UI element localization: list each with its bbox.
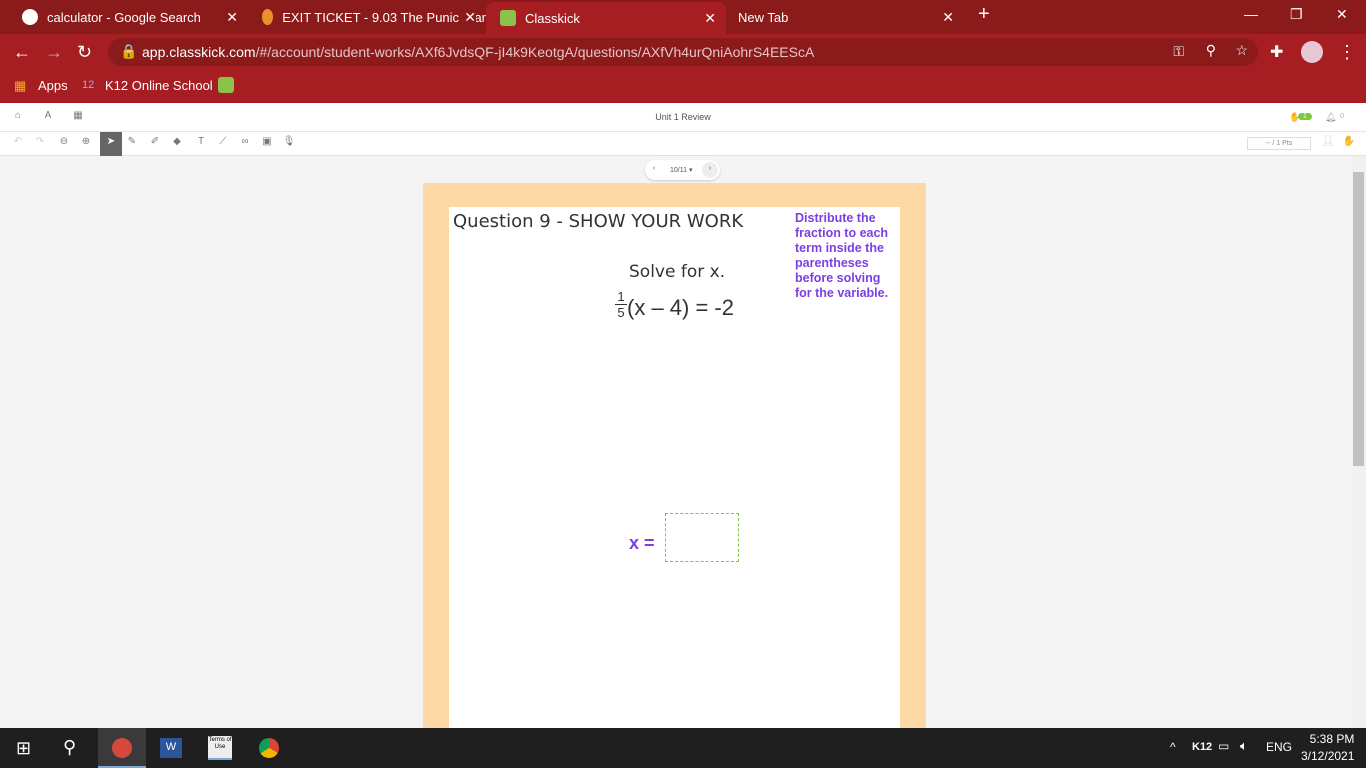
bookmarks-bar: ▦ Apps 12 K12 Online School — [0, 70, 1366, 103]
avatar[interactable] — [1301, 41, 1323, 63]
chrome-icon — [112, 738, 132, 758]
extensions-icon[interactable]: ✚ — [1270, 42, 1283, 62]
chevron-up-icon[interactable]: ^ — [1170, 740, 1176, 754]
help-count-badge: 1 — [1298, 113, 1312, 120]
page-select[interactable]: 10/11 ▾ — [670, 166, 692, 174]
zoom-icon[interactable]: ⚲ — [1206, 42, 1216, 59]
scrollbar-thumb[interactable] — [1353, 172, 1364, 466]
battery-icon[interactable]: ▭ — [1218, 739, 1229, 753]
question-title: Question 9 - SHOW YOUR WORK — [453, 211, 744, 232]
page-title: Unit 1 Review — [655, 112, 711, 122]
scrollbar[interactable] — [1351, 156, 1366, 728]
app-header: ⌂ A ▦ Unit 1 Review ✋ 1 🔔︎ 0 — [0, 103, 1366, 132]
tab-strip: calculator - Google Search ✕ EXIT TICKET … — [0, 0, 1366, 34]
pointer-tool-icon[interactable]: ➤ — [100, 132, 122, 156]
apps-icon: ▦ — [14, 78, 27, 93]
link-icon[interactable]: ∞ — [235, 136, 255, 152]
chrome-icon[interactable] — [259, 738, 279, 758]
worksheet-canvas[interactable]: Question 9 - SHOW YOUR WORK Distribute t… — [449, 207, 900, 728]
drawing-toolbar: ↶ ↷ ⊖ ⊕ ➤ ✎ ✐ ◆ T ⟋ ∞ ▣ 🎙︎ -- / 1 Pts 👤︎… — [0, 132, 1366, 156]
fraction-numerator: 1 — [617, 289, 625, 304]
pen-tool-icon[interactable]: ✎ — [122, 136, 142, 152]
prev-page-button[interactable]: ‹ — [653, 165, 655, 172]
equation: (x – 4) = -2 — [627, 295, 734, 320]
audio-icon[interactable]: 🎙︎ — [279, 136, 299, 152]
bookmark-apps[interactable]: Apps — [38, 78, 68, 93]
terms-of-use-icon[interactable]: Terms of Use — [208, 736, 232, 760]
classkick-icon — [500, 10, 516, 26]
fraction: 1 5 — [615, 289, 627, 320]
volume-icon[interactable]: 🔈︎ — [1240, 738, 1248, 754]
close-tab-icon[interactable]: ✕ — [460, 8, 476, 26]
bell-icon[interactable]: 🔔︎ — [1325, 112, 1336, 123]
language-indicator[interactable]: ENG — [1266, 740, 1292, 754]
key-icon[interactable]: ⚿ — [1173, 43, 1184, 60]
image-icon[interactable]: ▣ — [257, 136, 277, 152]
forward-icon[interactable]: → — [45, 42, 63, 63]
clock-date[interactable]: 3/12/2021 — [1301, 749, 1354, 763]
restore-button[interactable]: ❐ — [1290, 6, 1303, 23]
raise-hand-icon[interactable]: ✋ — [1339, 136, 1359, 152]
google-icon — [22, 9, 38, 25]
zoom-out-icon[interactable]: ⊖ — [54, 136, 74, 152]
page-navigator: ‹ 10/11 ▾ › — [645, 160, 720, 180]
address-bar-row: ← → ↻ 🔒 app.classkick.com/#/account/stude… — [0, 34, 1366, 70]
question-prompt: Solve for x. — [629, 262, 726, 282]
close-tab-icon[interactable]: ✕ — [942, 9, 954, 26]
notif-count: 0 — [1340, 113, 1344, 120]
user-tool-icon[interactable]: 👤︎ — [1318, 136, 1338, 152]
menu-icon[interactable]: ⋮ — [1338, 42, 1356, 63]
redo-icon[interactable]: ↷ — [30, 136, 50, 152]
next-page-button[interactable]: › — [702, 162, 718, 178]
search-icon[interactable]: ⚲ — [63, 737, 76, 758]
star-icon[interactable]: ☆ — [1235, 42, 1248, 59]
minimize-button[interactable]: — — [1244, 6, 1258, 22]
answer-label: x = — [629, 533, 655, 553]
k12-icon: 12 — [82, 79, 95, 91]
points-field[interactable]: -- / 1 Pts — [1247, 137, 1311, 150]
tab-google[interactable]: calculator - Google Search ✕ — [8, 0, 248, 34]
url-input[interactable]: 🔒 app.classkick.com/#/account/student-wor… — [108, 38, 1258, 66]
eraser-icon[interactable]: ◆ — [167, 136, 187, 152]
text-tool-icon[interactable]: T — [191, 136, 211, 152]
close-tab-icon[interactable]: ✕ — [226, 9, 238, 26]
close-window-button[interactable]: ✕ — [1336, 6, 1348, 23]
bookmark-k12[interactable]: K12 Online School — [105, 78, 213, 93]
windows-start-icon[interactable]: ⊞ — [16, 738, 31, 759]
back-icon[interactable]: ← — [13, 42, 31, 63]
classkick-bookmark-icon[interactable] — [218, 77, 234, 93]
k12-tray-icon[interactable]: K12 — [1192, 741, 1212, 753]
highlighter-icon[interactable]: ✐ — [145, 136, 165, 152]
hint-text: Distribute the fraction to each term ins… — [795, 211, 889, 300]
answer-input[interactable] — [665, 513, 739, 562]
word-icon[interactable]: W — [160, 738, 182, 758]
tab-new[interactable]: New Tab ✕ — [724, 0, 964, 34]
zoom-in-icon[interactable]: ⊕ — [76, 136, 96, 152]
fraction-denominator: 5 — [615, 304, 627, 320]
undo-icon[interactable]: ↶ — [8, 136, 28, 152]
close-tab-icon[interactable]: ✕ — [704, 10, 716, 27]
tab-classkick[interactable]: Classkick ✕ — [486, 2, 726, 34]
taskbar-chrome-active[interactable] — [98, 728, 146, 768]
line-tool-icon[interactable]: ⟋ — [213, 136, 233, 152]
brainly-icon — [262, 9, 274, 25]
worksheet-page: Question 9 - SHOW YOUR WORK Distribute t… — [423, 183, 926, 728]
tab-brainly[interactable]: EXIT TICKET - 9.03 The Punic War ✕ — [248, 0, 486, 34]
taskbar: ⊞ ⚲ W Terms of Use ^ K12 ▭ 🔈︎ ENG 5:38 P… — [0, 728, 1366, 768]
clock-time[interactable]: 5:38 PM — [1303, 732, 1361, 746]
new-tab-button[interactable]: + — [978, 3, 990, 26]
lock-icon: 🔒 — [120, 43, 138, 59]
reload-icon[interactable]: ↻ — [77, 42, 92, 63]
